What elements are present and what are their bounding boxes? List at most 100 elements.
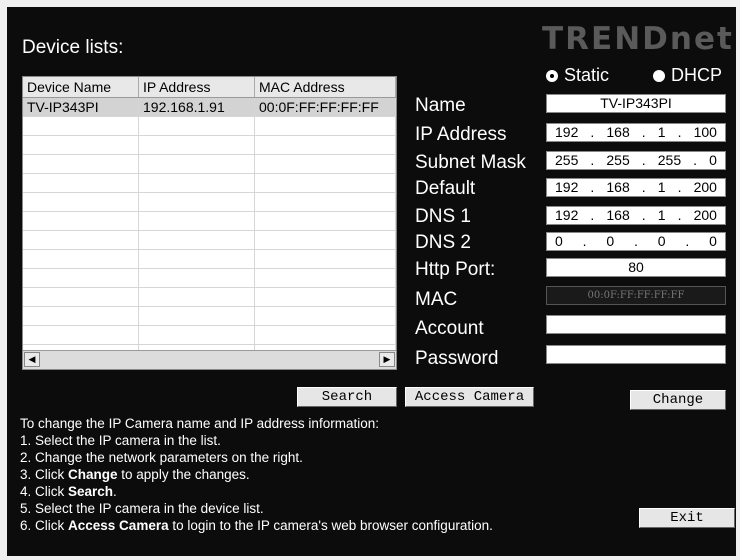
mac-field: 00:0F:FF:FF:FF:FF [546,286,726,305]
empty-table-row[interactable] [23,117,396,136]
empty-table-row[interactable] [23,326,396,345]
column-mac-address[interactable]: MAC Address [255,77,396,97]
instruction-step-5: 5. Select the IP camera in the device li… [20,501,264,516]
gateway-octet: 1 [657,179,666,195]
table-cell [23,269,139,287]
column-device-name[interactable]: Device Name [23,77,139,97]
empty-table-row[interactable] [23,155,396,174]
table-cell [23,250,139,268]
http-port-field[interactable]: 80 [546,258,726,277]
table-cell [23,231,139,249]
static-radio[interactable]: Static [546,65,609,86]
dns1-octet: 168 [606,207,630,223]
table-cell [23,174,139,192]
table-cell [23,326,139,344]
empty-table-row[interactable] [23,231,396,250]
ip-octet: 1 [657,124,666,140]
dhcp-radio[interactable]: DHCP [653,65,722,86]
password-field[interactable] [546,345,726,364]
table-cell [23,136,139,154]
empty-table-row[interactable] [23,174,396,193]
table-cell [139,269,255,287]
table-cell [255,117,396,135]
table-cell [23,117,139,135]
change-button[interactable]: Change [630,390,726,410]
table-cell [139,307,255,325]
empty-table-row[interactable] [23,307,396,326]
table-cell [23,193,139,211]
name-label: Name [415,95,466,116]
scroll-left-icon[interactable]: ◀ [24,352,40,367]
search-button[interactable]: Search [297,387,397,407]
ip-octet: 168 [606,124,630,140]
password-label: Password [415,348,499,369]
access-camera-button[interactable]: Access Camera [405,387,534,407]
table-cell [255,193,396,211]
table-cell [255,307,396,325]
dns2-field[interactable]: 0. 0. 0. 0 [546,232,726,251]
horizontal-scrollbar[interactable]: ◀ ▶ [23,350,396,369]
gateway-octet: 168 [606,179,630,195]
dns1-octet: 192 [555,207,579,223]
table-cell: 192.168.1.91 [139,98,255,116]
http-port-label: Http Port: [415,259,496,280]
table-cell [139,193,255,211]
default-gateway-label: Default [415,178,476,199]
table-cell [139,326,255,344]
instruction-step-2: 2. Change the network parameters on the … [20,450,303,465]
dns1-octet: 200 [693,207,717,223]
dns2-octet: 0 [606,233,615,249]
table-cell [139,136,255,154]
table-cell [139,212,255,230]
table-cell [139,288,255,306]
table-row[interactable]: TV-IP343PI 192.168.1.91 00:0F:FF:FF:FF:FF [23,98,396,117]
table-cell [255,174,396,192]
table-body: TV-IP343PI 192.168.1.91 00:0F:FF:FF:FF:FF [23,98,396,364]
column-ip-address[interactable]: IP Address [139,77,255,97]
radio-selected-icon [546,69,558,82]
table-cell [255,250,396,268]
subnet-mask-label: Subnet Mask [415,152,526,173]
account-label: Account [415,318,484,339]
default-gateway-field[interactable]: 192. 168. 1. 200 [546,178,726,197]
account-field[interactable] [546,315,726,334]
ip-octet: 100 [693,124,717,140]
dns2-octet: 0 [657,233,666,249]
dns2-octet: 0 [555,233,563,249]
table-cell [139,250,255,268]
table-cell [255,326,396,344]
gateway-octet: 192 [555,179,579,195]
ip-address-field[interactable]: 192. 168. 1. 100 [546,123,726,142]
scroll-right-icon[interactable]: ▶ [379,352,395,367]
exit-button[interactable]: Exit [639,508,735,528]
table-cell: TV-IP343PI [23,98,139,116]
name-field[interactable]: TV-IP343PI [546,94,726,113]
table-cell [23,307,139,325]
empty-table-row[interactable] [23,136,396,155]
table-cell [255,231,396,249]
table-header: Device Name IP Address MAC Address [23,77,396,98]
subnet-mask-field[interactable]: 255. 255. 255. 0 [546,151,726,170]
app-window: Device lists: TRENDnet Device Name IP Ad… [7,7,736,556]
table-cell: 00:0F:FF:FF:FF:FF [255,98,396,116]
subnet-octet: 255 [657,152,682,168]
ip-address-label: IP Address [415,124,507,145]
table-cell [23,155,139,173]
empty-table-row[interactable] [23,193,396,212]
dns1-field[interactable]: 192. 168. 1. 200 [546,206,726,225]
empty-table-row[interactable] [23,250,396,269]
empty-table-row[interactable] [23,288,396,307]
table-cell [255,269,396,287]
empty-table-row[interactable] [23,269,396,288]
device-table[interactable]: Device Name IP Address MAC Address TV-IP… [22,76,397,370]
table-cell [255,155,396,173]
table-cell [255,212,396,230]
mac-label: MAC [415,289,458,310]
table-cell [23,212,139,230]
static-label: Static [564,65,610,85]
instruction-step-6: 6. Click Access Camera to login to the I… [20,518,493,533]
table-cell [23,288,139,306]
empty-table-row[interactable] [23,212,396,231]
dns1-label: DNS 1 [415,206,471,227]
table-cell [139,231,255,249]
